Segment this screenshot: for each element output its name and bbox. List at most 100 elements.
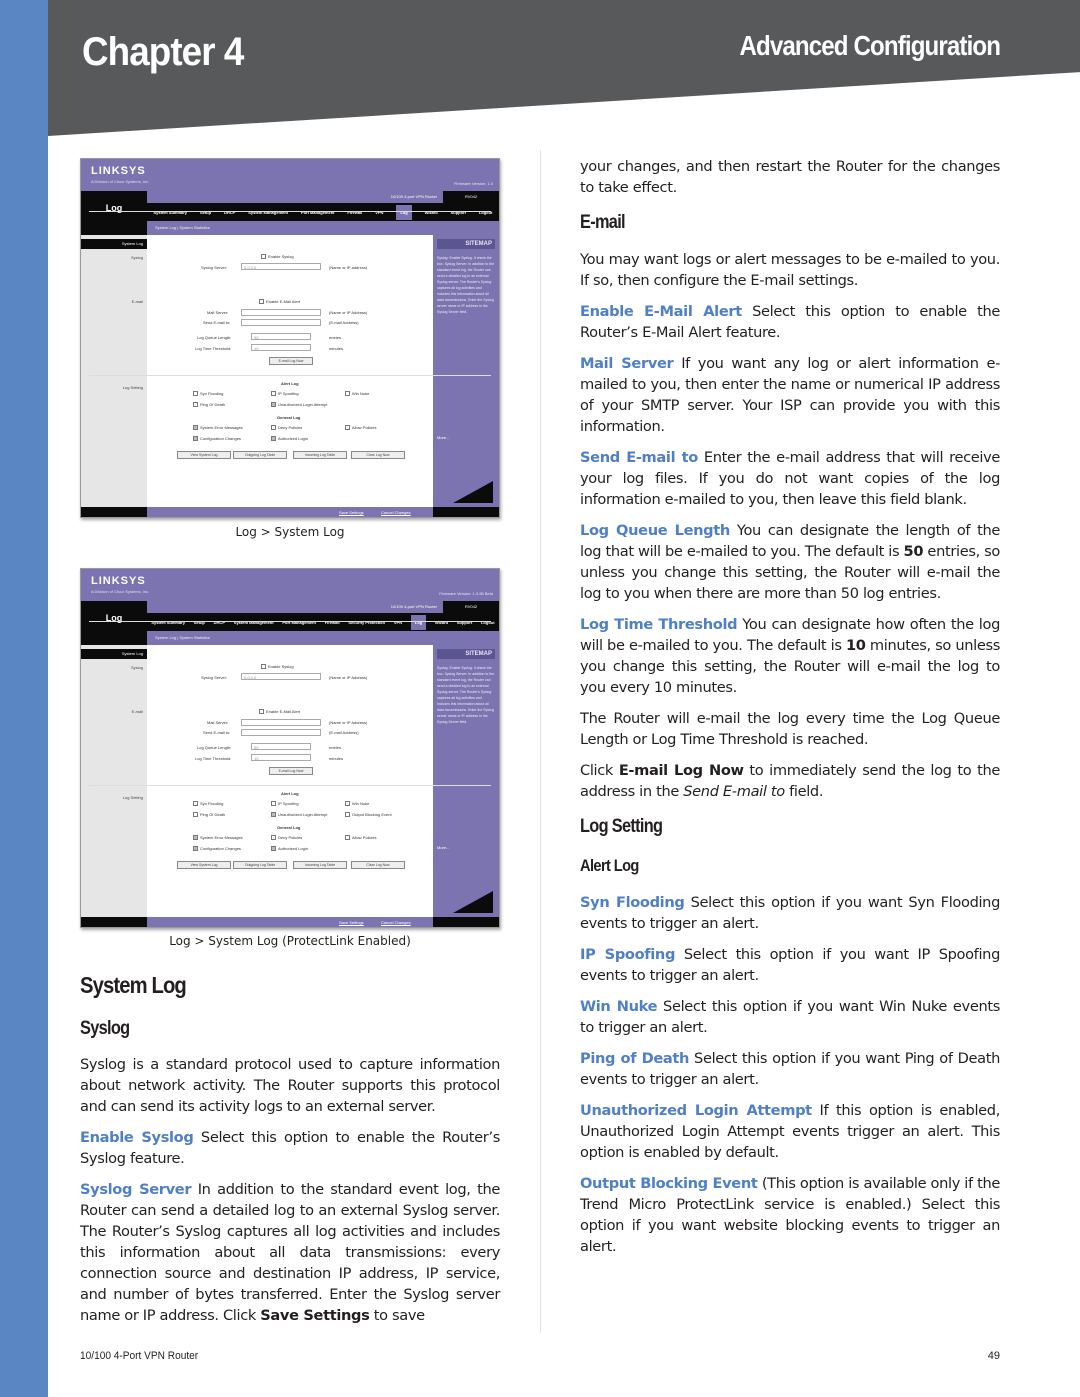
paragraph-syslog-server: Syslog Server In addition to the standar… [80,1181,501,1324]
sidebar-label-log-setting: Log Setting [122,795,143,800]
chapter-color-strip [0,0,48,1397]
checkbox-label: Unauthorized Login Attempt [278,402,328,407]
checkbox-label: IP Spoofing [278,801,299,806]
checkbox-label: Syn Flooding [200,391,224,396]
queue-unit: entries [329,745,342,750]
send-hint: (E-mail Address) [329,320,359,325]
divider [89,621,491,622]
sitemap-label: SITEMAP [437,239,495,249]
checkbox [271,801,276,807]
checkbox-label: Deny Policies [278,425,303,430]
checkbox [345,812,350,818]
time-unit: minutes [329,756,344,761]
cancel-changes-button: Cancel Changes [381,920,411,925]
checkbox-label: Enable Syslog [268,254,294,259]
general-log-checkbox: Deny Policies [271,425,303,431]
paragraph-mail-server: Mail Server If you want any log or alert… [580,355,1000,435]
syslog-hint: (Name or IP Address) [329,675,368,680]
subnav-links: System Log | System Statistics [155,635,210,640]
syslog-server-value: 0.0.0.0 [244,265,257,270]
model-id: RV042 [443,601,499,613]
model-name: 10/100 4-port VPN Router [390,194,437,199]
checkbox [193,835,198,841]
mail-server-label: Mail Server: [207,310,229,315]
log-action-button: Outgoing Log Table [233,451,287,459]
bold-save-settings: Save Settings [260,1307,370,1324]
router-nav-tabs: System Summary Setup DHCP System Management… [147,203,499,221]
log-action-button: Clear Log Now [351,861,405,869]
divider [89,211,491,212]
mail-server-input [241,309,321,316]
general-log-checkbox: System Error Messages [193,835,243,841]
sidebar-label-syslog: Syslog [130,255,143,260]
checkbox [271,402,276,408]
sidebar-label-log-setting: Log Setting [122,385,143,390]
heading-alert-log: Alert Log [580,856,639,875]
paragraph-unauthorized-login: Unauthorized Login Attempt If this optio… [580,1102,1000,1161]
log-action-button: Outgoing Log Table [233,861,287,869]
save-settings-button: Save Settings [339,920,364,925]
checkbox-label: Allow Policies [352,425,377,430]
general-log-checkbox: Configuration Changes [193,846,241,852]
syslog-server-label: Syslog Server: [201,265,228,270]
checkbox-label: IP Spoofing [278,391,299,396]
checkbox-label: Win Nuke [352,391,370,396]
time-threshold-input [251,344,311,351]
send-email-input [241,319,321,326]
footer-product-name: 10/100 4-Port VPN Router [80,1350,199,1362]
checkbox [193,425,198,431]
queue-length-value: 50 [254,335,259,340]
checkbox-label: Enable E-Mail Alert [266,299,301,304]
paragraph-ping-of-death: Ping of Death Select this option if you … [580,1050,1001,1088]
save-settings-button: Save Settings [339,510,364,515]
checkbox [345,835,350,841]
paragraph-router-note: The Router will e-mail the log every tim… [580,710,1000,748]
term-syslog-server: Syslog Server [80,1181,192,1198]
log-action-button: Clear Log Now [351,451,405,459]
send-email-label: Send E-mail to: [203,320,231,325]
checkbox-label: Authorized Login [278,846,309,851]
router-nav-tab: Log [410,614,427,630]
general-log-checkbox: Allow Policies [345,425,377,431]
paragraph-win-nuke: Win Nuke Select this option if you want … [580,998,1000,1036]
router-screenshot-system-log: LINKSYS A Division of Cisco Systems, Inc.… [80,158,500,518]
paragraph-log-time-threshold: Log Time Threshold You can designate how… [580,616,1000,696]
column-divider [540,150,541,1333]
router-subnav: System Log | System Statistics [147,631,499,645]
paragraph-output-blocking: Output Blocking Event (This option is av… [580,1175,1000,1255]
router-sidebar [81,235,147,507]
alert-log-checkbox: Ping Of Death [193,402,226,408]
queue-length-input [251,743,311,750]
checkbox-label: Unauthorized Login Attempt [278,812,328,817]
term-enable-syslog: Enable Syslog [80,1129,194,1146]
checkbox [193,846,198,852]
checkbox [193,436,198,442]
heading-email: E-mail [580,212,626,233]
time-threshold-input [251,754,311,761]
checkbox-label: Ping Of Death [200,402,226,407]
subnav-links: System Log | System Statistics [155,225,210,230]
checkbox [193,812,198,818]
paragraph-continuation: your changes, and then restart the Route… [580,158,1000,196]
queue-unit: entries [329,335,342,340]
sidebar-heading: System Log [81,239,147,249]
paragraph-enable-email-alert: Enable E-Mail Alert Select this option t… [580,303,1000,341]
checkbox-label: Win Nuke [352,801,370,806]
checkbox [193,402,198,408]
linksys-logo-subtitle: A Division of Cisco Systems, Inc. [91,589,150,594]
enable-syslog-checkbox: Enable Syslog [261,254,294,260]
paragraph-email-intro: You may want logs or alert messages to b… [580,251,1000,289]
checkbox [345,391,350,397]
checkbox [271,425,276,431]
checkbox-label: Allow Policies [352,835,377,840]
log-action-button: View System Log [177,451,231,459]
checkbox-label: Output Blocking Event [352,812,392,817]
checkbox [271,846,276,852]
paragraph-send-email-to: Send E-mail to Enter the e-mail address … [580,449,1000,508]
alert-log-checkbox: Unauthorized Login Attempt [271,402,328,408]
general-log-checkbox: System Error Messages [193,425,243,431]
checkbox [271,812,276,818]
general-log-checkbox: Allow Policies [345,835,377,841]
alert-log-checkbox: Output Blocking Event [345,812,392,818]
alert-log-checkbox: IP Spoofing [271,391,299,397]
